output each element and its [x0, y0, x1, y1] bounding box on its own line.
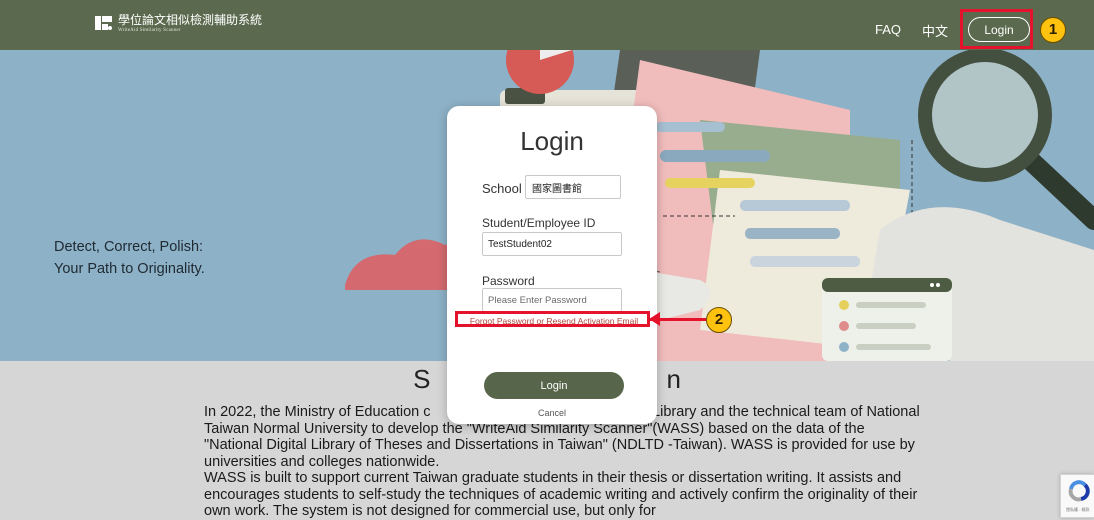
cancel-link[interactable]: Cancel — [447, 408, 657, 418]
login-modal-title: Login — [520, 126, 584, 156]
password-input[interactable] — [482, 288, 622, 312]
login-modal: Login School Student/Employee ID Passwor… — [447, 106, 657, 424]
recaptcha-badge[interactable]: 隱私權 - 條款 — [1060, 474, 1094, 518]
login-submit-button[interactable]: Login — [484, 372, 624, 399]
student-id-input[interactable] — [482, 232, 622, 256]
about-title-right: n — [666, 364, 681, 394]
about-paragraph-2: WASS is built to support current Taiwan … — [204, 470, 918, 519]
school-label: School — [482, 181, 522, 196]
recaptcha-text: 隱私權 - 條款 — [1066, 507, 1090, 512]
recaptcha-icon — [1068, 480, 1090, 502]
brand-logo[interactable]: 學位論文相似檢測輔助系統 WriteAid Similarity Scanner — [94, 14, 262, 34]
login-highlight-box — [960, 9, 1033, 49]
annotation-arrow-icon — [649, 312, 660, 326]
student-id-label: Student/Employee ID — [482, 216, 596, 230]
about-title-left: S — [413, 364, 431, 394]
nav-faq-link[interactable]: FAQ — [875, 22, 901, 37]
tagline-line-2: Your Path to Originality. — [54, 261, 205, 277]
password-label: Password — [482, 274, 535, 288]
forgot-link-highlight-box — [455, 311, 650, 327]
step-badge-2: 2 — [706, 307, 732, 333]
step-badge-1: 1 — [1040, 17, 1066, 43]
top-navigation-bar: 學位論文相似檢測輔助系統 WriteAid Similarity Scanner… — [0, 0, 1094, 50]
nav-language-link[interactable]: 中文 — [922, 21, 948, 40]
brand-subtitle: WriteAid Similarity Scanner — [118, 28, 181, 33]
tagline-line-1: Detect, Correct, Polish: — [54, 239, 204, 255]
school-input[interactable] — [525, 175, 621, 199]
brand-title: 學位論文相似檢測輔助系統 — [118, 13, 263, 27]
hero-tagline: Detect, Correct, Polish: Your Path to Or… — [54, 236, 205, 280]
logo-icon — [95, 16, 112, 30]
